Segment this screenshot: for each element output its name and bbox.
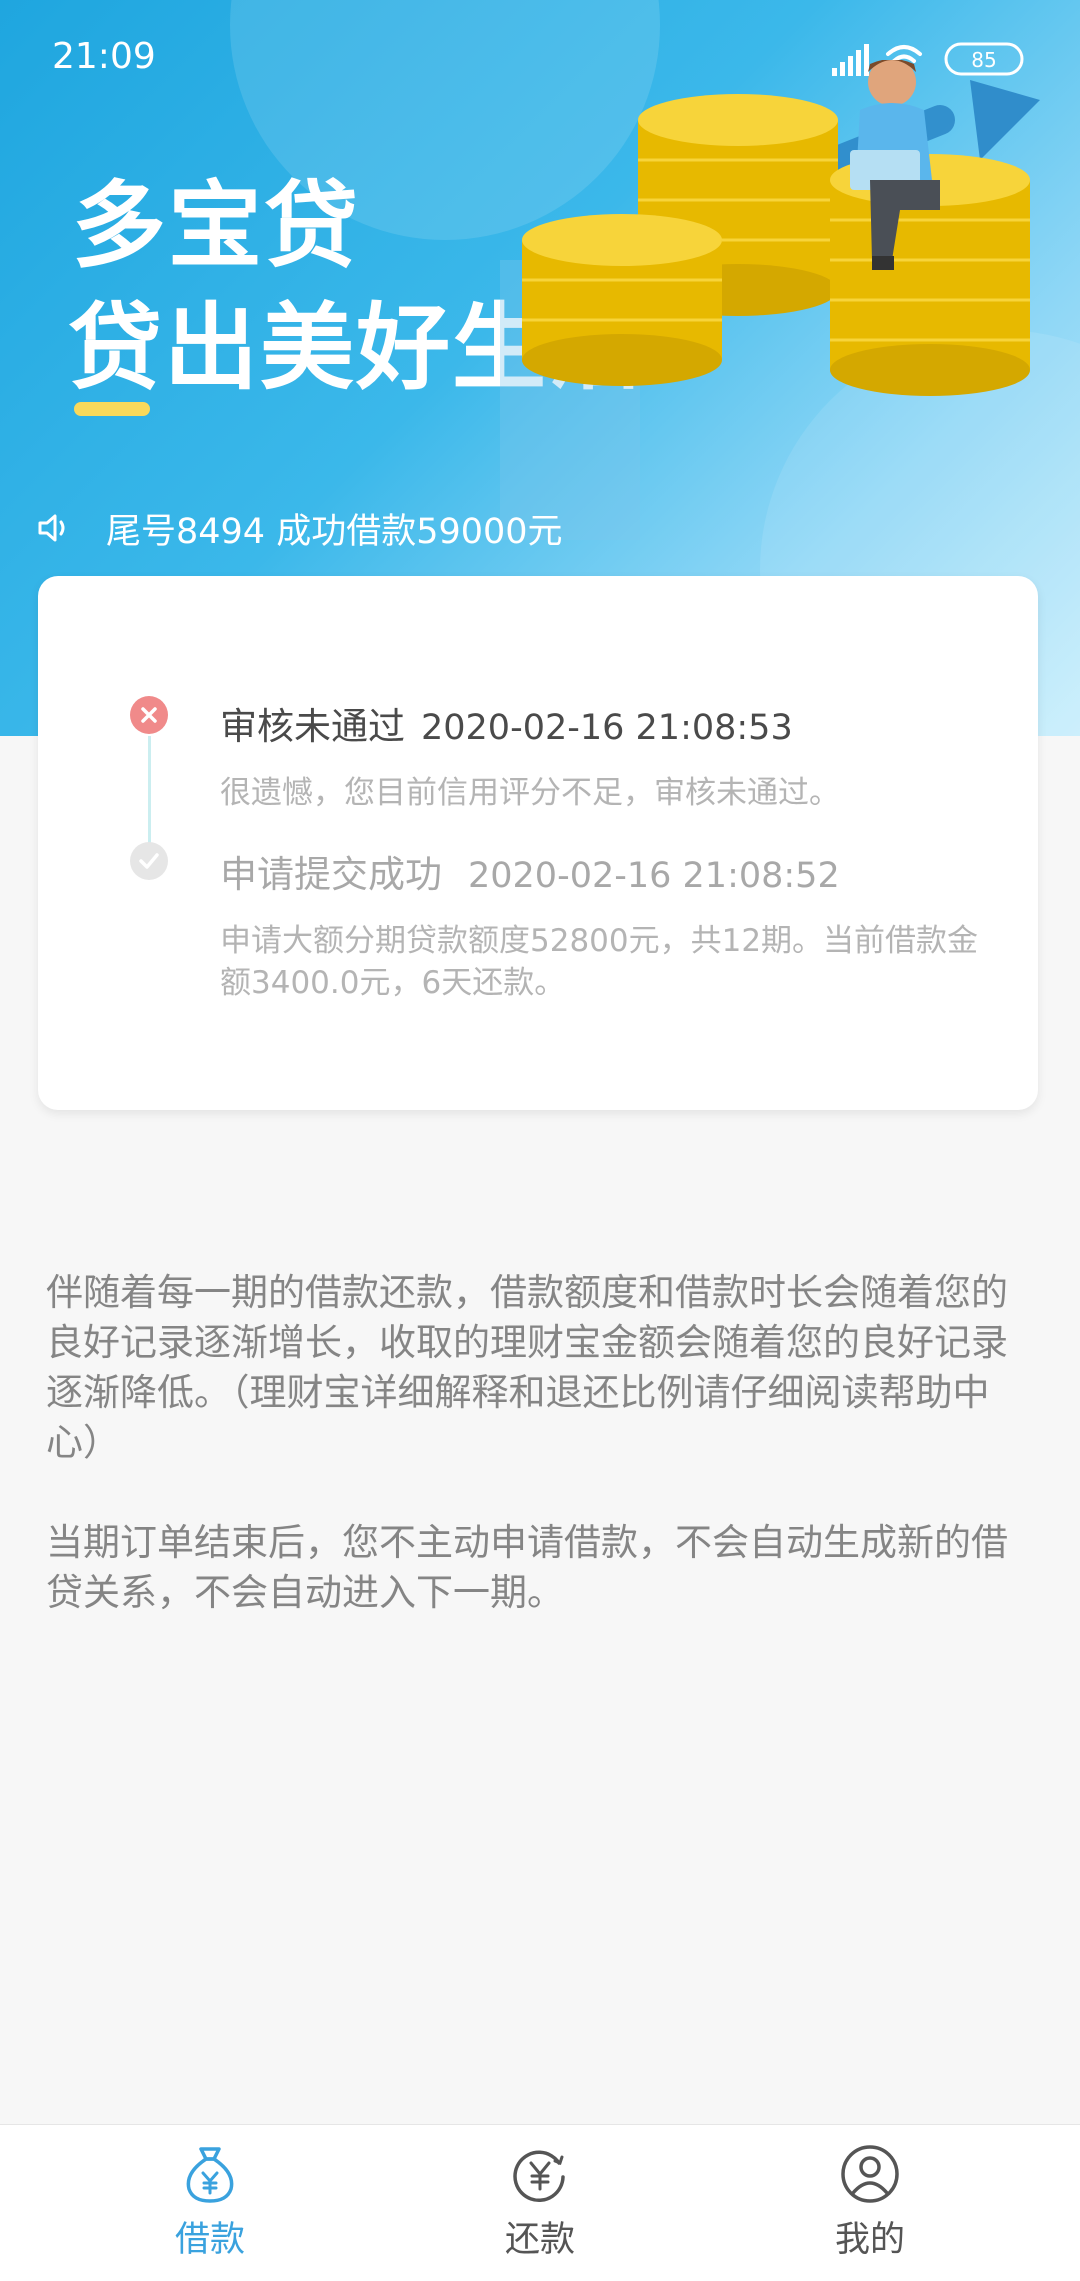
- tab-mine-label: 我的: [834, 2220, 905, 2260]
- timeline-item-submitted: 申请提交成功 2020-02-16 21:08:52 申请大额分期贷款额度5280…: [220, 844, 980, 1004]
- timeline-description: 很遗憾，您目前信用评分不足，审核未通过。: [220, 775, 840, 811]
- application-status-card: 审核未通过 2020-02-16 21:08:53 很遗憾，您目前信用评分不足，审…: [38, 576, 1038, 1110]
- money-bag-icon: [186, 2147, 234, 2203]
- yen-coin-icon: [513, 2150, 565, 2203]
- timeline-title: 申请提交成功: [220, 853, 442, 896]
- success-check-icon: [130, 842, 168, 880]
- info-paragraph-terms: 伴随着每一期的借款还款，借款额度和借款时长会随着您的良好记录逐渐增长，收取的理财…: [46, 1271, 1008, 1464]
- status-time: 21:09: [52, 36, 156, 77]
- speaker-icon: [38, 514, 65, 542]
- tab-mine[interactable]: 我的: [770, 2143, 970, 2262]
- brand-underline: [74, 402, 150, 416]
- info-paragraph-next-period: 当期订单结束后，您不主动申请借款，不会自动生成新的借贷关系，不会自动进入下一期。: [46, 1521, 1008, 1614]
- bottom-tab-bar: 借款 还款 我的: [0, 2124, 1080, 2281]
- timeline-time: 2020-02-16 21:08:53: [421, 708, 793, 748]
- brand-name: 多宝贷: [72, 172, 361, 281]
- timeline-item-rejected: 审核未通过 2020-02-16 21:08:53 很遗憾，您目前信用评分不足，审…: [220, 696, 980, 814]
- tab-repay[interactable]: 还款: [440, 2143, 640, 2262]
- timeline-description: 申请大额分期贷款额度52800元，共12期。当前借款金额3400.0元，6天还款…: [220, 923, 979, 1001]
- notice-text: 尾号8494 成功借款59000元: [106, 511, 563, 552]
- coins-illustration-icon: [500, 60, 1040, 540]
- tab-repay-label: 还款: [504, 2220, 575, 2260]
- timeline-title: 审核未通过: [220, 705, 405, 748]
- tab-borrow[interactable]: 借款: [110, 2143, 310, 2262]
- tab-borrow-label: 借款: [174, 2220, 245, 2260]
- notice-bar: 尾号8494 成功借款59000元: [36, 500, 736, 556]
- user-icon: [841, 2145, 899, 2203]
- failed-status-icon: [130, 696, 168, 734]
- timeline-time: 2020-02-16 21:08:52: [468, 856, 840, 896]
